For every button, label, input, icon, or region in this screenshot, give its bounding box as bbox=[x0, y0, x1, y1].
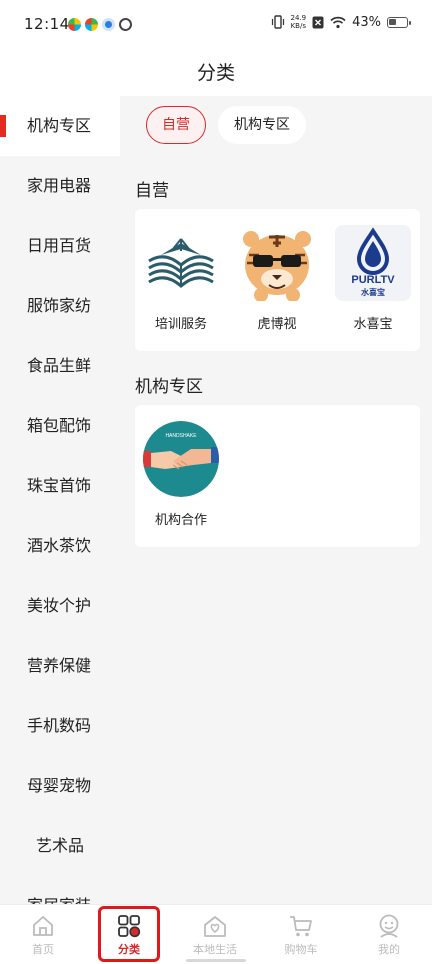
profile-icon bbox=[379, 914, 399, 938]
net-speed: 24.9 KB/s bbox=[291, 14, 307, 30]
section-title-self-operated: 自营 bbox=[135, 181, 169, 201]
sidebar-item-baby-pets[interactable]: 母婴宠物 bbox=[0, 756, 120, 816]
grid-item-tiger[interactable]: 虎博视 bbox=[239, 225, 315, 332]
vibrate-icon bbox=[271, 15, 284, 29]
sidebar-item-institution-zone[interactable]: 机构专区 bbox=[0, 96, 120, 156]
sidebar-item-label: 母婴宠物 bbox=[27, 776, 92, 795]
section-card-institution-zone: HANDSHAKE 机构合作 bbox=[135, 405, 420, 547]
category-sidebar: 机构专区 家用电器 日用百货 服饰家纺 食品生鲜 箱包配饰 珠宝首饰 酒水茶饮 … bbox=[0, 96, 120, 904]
tiger-icon bbox=[239, 225, 315, 301]
grid-item-training[interactable]: 培训服务 bbox=[143, 225, 219, 332]
sidebar-item-fresh-food[interactable]: 食品生鲜 bbox=[0, 336, 120, 396]
sidebar-item-label: 服饰家纺 bbox=[27, 296, 92, 315]
nav-label: 购物车 bbox=[284, 943, 318, 956]
page-header: 分类 bbox=[0, 50, 432, 96]
app-notification-icon bbox=[119, 18, 132, 31]
sidebar-item-label: 美妆个护 bbox=[27, 596, 92, 615]
app-notification-icon bbox=[85, 18, 98, 31]
grid-item-label: 水喜宝 bbox=[353, 317, 393, 332]
nav-label: 首页 bbox=[32, 943, 54, 956]
nav-profile[interactable]: 我的 bbox=[346, 905, 432, 964]
logo-text: PURLTV bbox=[351, 274, 395, 286]
sidebar-item-beauty-care[interactable]: 美妆个护 bbox=[0, 576, 120, 636]
sidebar-item-label: 珠宝首饰 bbox=[27, 476, 92, 495]
sidebar-item-home-appliances[interactable]: 家用电器 bbox=[0, 156, 120, 216]
tab-institution-zone[interactable]: 机构专区 bbox=[218, 106, 306, 144]
wifi-icon bbox=[330, 16, 346, 28]
grid-item-label: 虎博视 bbox=[257, 317, 297, 332]
sidebar-item-label: 酒水茶饮 bbox=[27, 536, 92, 555]
section-card-self-operated: 培训服务 虎博视 PURLTV 水喜宝 水喜宝 bbox=[135, 209, 420, 351]
app-notification-icon bbox=[68, 18, 81, 31]
sidebar-item-jewelry[interactable]: 珠宝首饰 bbox=[0, 456, 120, 516]
grid-item-label: 机构合作 bbox=[154, 513, 207, 528]
sidebar-item-daily-goods[interactable]: 日用百货 bbox=[0, 216, 120, 276]
grid-item-water[interactable]: PURLTV 水喜宝 水喜宝 bbox=[335, 225, 411, 332]
grid-item-label: 培训服务 bbox=[154, 317, 207, 332]
sidebar-item-label: 食品生鲜 bbox=[27, 356, 92, 375]
sidebar-item-label: 日用百货 bbox=[27, 236, 92, 255]
category-icon bbox=[118, 915, 141, 938]
sub-tab-bar: 自营 机构专区 bbox=[146, 106, 306, 144]
nav-label: 分类 bbox=[118, 943, 140, 956]
sidebar-item-label: 箱包配饰 bbox=[27, 416, 92, 435]
status-right: 24.9 KB/s 43% bbox=[271, 14, 411, 30]
sidebar-item-label: 机构专区 bbox=[27, 116, 92, 135]
status-bar: 12:14 24.9 KB/s 43% bbox=[0, 0, 432, 50]
book-icon bbox=[143, 225, 219, 301]
logo-subtext: 水喜宝 bbox=[360, 287, 385, 297]
close-notice-icon bbox=[312, 16, 324, 28]
status-time: 12:14 bbox=[24, 15, 70, 33]
logo-text: HANDSHAKE bbox=[165, 433, 197, 439]
battery-icon bbox=[387, 16, 411, 28]
nav-label: 本地生活 bbox=[193, 943, 237, 956]
handshake-icon: HANDSHAKE bbox=[143, 421, 219, 497]
section-title-institution-zone: 机构专区 bbox=[135, 377, 203, 397]
nav-home[interactable]: 首页 bbox=[0, 905, 86, 964]
tab-self-operated[interactable]: 自营 bbox=[146, 106, 206, 144]
sidebar-item-bags-accessories[interactable]: 箱包配饰 bbox=[0, 396, 120, 456]
sidebar-item-drinks-tea[interactable]: 酒水茶饮 bbox=[0, 516, 120, 576]
nav-local-life[interactable]: 本地生活 bbox=[172, 905, 258, 964]
battery-percent: 43% bbox=[352, 14, 381, 30]
sidebar-item-apparel-textiles[interactable]: 服饰家纺 bbox=[0, 276, 120, 336]
page-title: 分类 bbox=[196, 62, 235, 84]
sidebar-item-phones-digital[interactable]: 手机数码 bbox=[0, 696, 120, 756]
status-app-icons bbox=[68, 18, 132, 31]
home-indicator[interactable] bbox=[186, 959, 246, 962]
sidebar-item-label: 家用电器 bbox=[27, 176, 92, 195]
nav-cart[interactable]: 购物车 bbox=[258, 905, 344, 964]
sidebar-item-label: 营养保健 bbox=[27, 656, 92, 675]
bottom-nav: 首页 分类 本地生活 购物车 我的 bbox=[0, 904, 432, 964]
sidebar-item-label: 艺术品 bbox=[35, 836, 84, 855]
net-speed-unit: KB/s bbox=[290, 22, 306, 30]
app-notification-icon bbox=[102, 18, 115, 31]
sidebar-item-art[interactable]: 艺术品 bbox=[0, 816, 120, 876]
net-speed-value: 24.9 bbox=[290, 14, 307, 22]
sidebar-item-home-decor[interactable]: 家居家装 bbox=[0, 876, 120, 904]
nav-category[interactable]: 分类 bbox=[86, 905, 172, 964]
water-drop-logo-icon: PURLTV 水喜宝 bbox=[335, 225, 411, 301]
sidebar-item-nutrition-health[interactable]: 营养保健 bbox=[0, 636, 120, 696]
local-life-icon bbox=[204, 916, 226, 937]
home-icon bbox=[33, 916, 53, 936]
cart-icon bbox=[290, 916, 312, 937]
grid-item-cooperation[interactable]: HANDSHAKE 机构合作 bbox=[143, 421, 219, 528]
sidebar-item-label: 家居家装 bbox=[27, 896, 91, 904]
category-content: 自营 机构专区 自营 培训服务 虎博视 PURLTV 水喜宝 水喜宝 机构专区 … bbox=[120, 96, 432, 904]
nav-label: 我的 bbox=[378, 943, 400, 956]
sidebar-item-label: 手机数码 bbox=[27, 716, 92, 735]
